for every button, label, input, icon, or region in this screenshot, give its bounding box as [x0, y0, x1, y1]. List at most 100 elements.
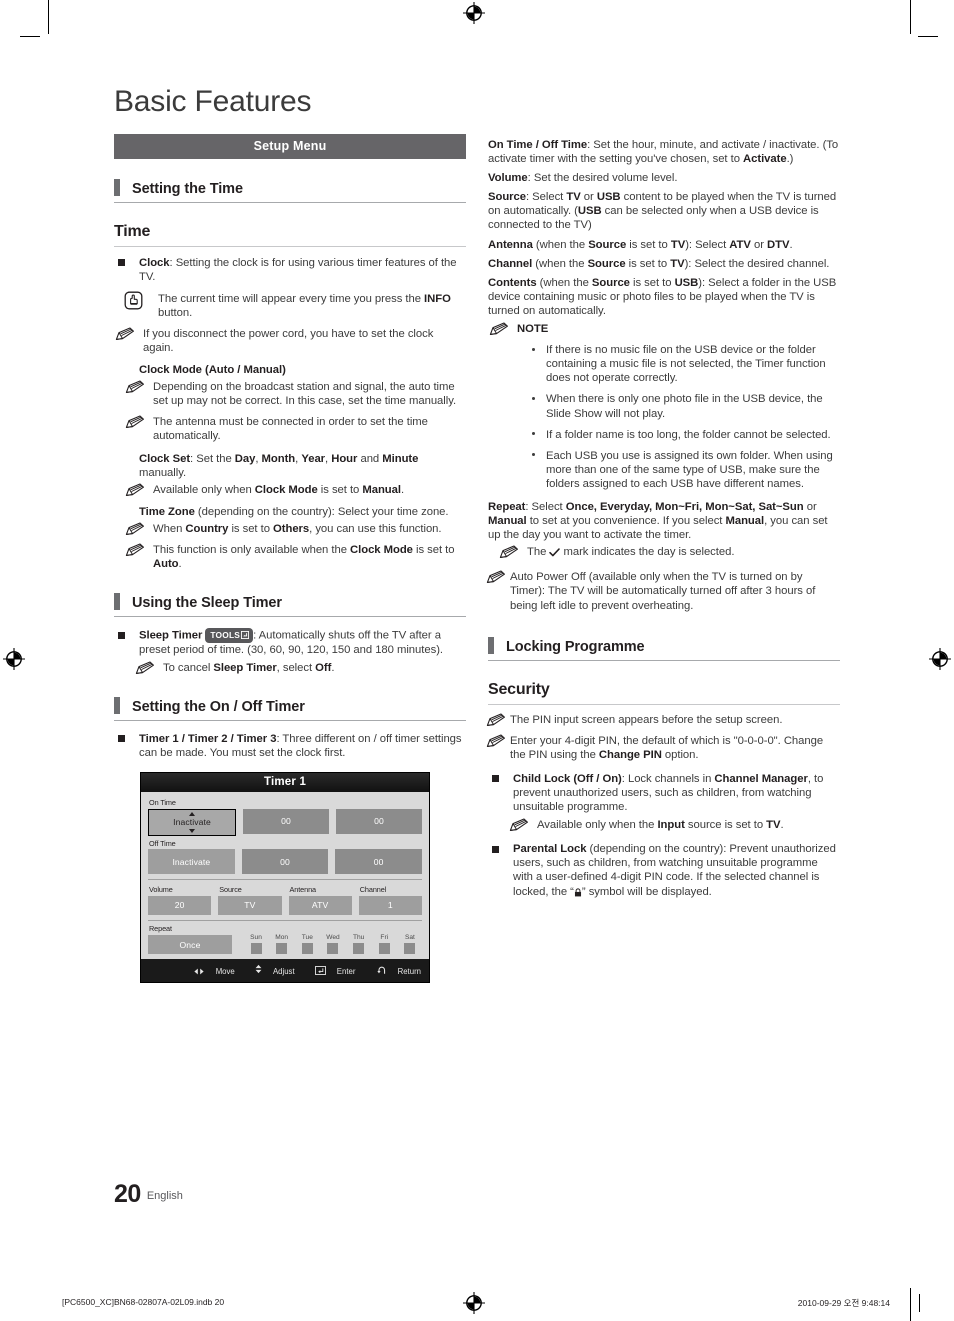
note-heading-label: NOTE: [517, 323, 549, 336]
volume-paragraph: Volume: Set the desired volume level.: [488, 171, 840, 185]
page-number: 20: [114, 1180, 141, 1208]
source-paragraph: Source: Select TV or USB content to be p…: [488, 191, 837, 232]
day-checkbox-icon[interactable]: [378, 943, 390, 955]
volume-text: : Set the desired volume level.: [527, 172, 678, 185]
osd-volume-field[interactable]: 20: [148, 895, 212, 915]
pencil-note-icon: [498, 545, 520, 559]
note-broadcast-text: Depending on the broadcast station and s…: [153, 381, 457, 408]
osd-off-time-hour-field[interactable]: 00: [241, 849, 329, 875]
osd-day-label: Fri: [380, 934, 389, 942]
volume-label: Volume: [488, 172, 528, 185]
note-bullet-text: If a folder name is too long, the folder…: [546, 428, 831, 441]
osd-volume-value: 20: [174, 900, 185, 911]
osd-day-tue[interactable]: Tue: [297, 934, 317, 955]
osd-day-wed[interactable]: Wed: [323, 934, 343, 955]
osd-day-thu[interactable]: Thu: [349, 934, 369, 955]
osd-source-field[interactable]: TV: [218, 895, 282, 915]
osd-on-time-row: Inactivate 00 00: [148, 808, 422, 836]
osd-on-time-state-field[interactable]: Inactivate: [148, 808, 236, 836]
tools-badge-label: TOOLS: [210, 629, 241, 640]
osd-channel-label: Channel: [359, 885, 387, 895]
day-checkbox-icon[interactable]: [353, 943, 365, 955]
pencil-note-icon: [508, 818, 530, 832]
osd-day-label: Wed: [326, 934, 340, 942]
osd-day-sun[interactable]: Sun: [246, 934, 266, 955]
osd-channel-value: 1: [387, 900, 393, 911]
time-zone-paragraph: Time Zone (depending on the country): Se…: [139, 505, 449, 518]
note-bullet: When there is only one photo file in the…: [528, 392, 840, 420]
clock-set-label: Clock Set: [139, 452, 191, 465]
square-bullet-icon: [118, 259, 125, 266]
osd-off-time-label: Off Time: [149, 838, 176, 848]
square-bullet-icon: [118, 631, 125, 639]
print-footer-file-reference: [PC6500_XC]BN68-02807A-02L09.indb 20: [62, 1297, 225, 1307]
osd-on-time-state-value: Inactivate: [173, 817, 211, 828]
note-info-button: The current time will appear every time …: [124, 291, 466, 320]
osd-volume-label: Volume: [149, 885, 173, 895]
note-country-others-text: When Country is set to Others, you can u…: [153, 522, 442, 535]
osd-hint-enter: Enter: [306, 966, 356, 977]
note-checkmark-row: The mark indicates the day is selected.: [498, 545, 840, 561]
parental-lock-label: Parental Lock: [513, 843, 587, 856]
note-bullet: Each USB you use is assigned its own fol…: [528, 449, 840, 491]
channel-label: Channel: [488, 257, 533, 270]
pencil-note-icon: [485, 734, 507, 748]
registration-mark-right: [929, 648, 951, 670]
section-heading-sleep-timer: Using the Sleep Timer: [114, 593, 466, 618]
note-heading-row: NOTE: [488, 322, 840, 336]
note-pin-screen-text: The PIN input screen appears before the …: [510, 713, 783, 726]
day-checkbox-icon[interactable]: [327, 943, 339, 955]
crop-mark-right-top: [918, 36, 938, 37]
day-checkbox-icon[interactable]: [250, 943, 262, 955]
osd-hint-enter-label: Enter: [336, 967, 356, 977]
osd-channel-field[interactable]: 1: [358, 895, 422, 915]
registration-mark-bottom: [463, 1292, 485, 1314]
osd-off-time-state-value: Inactivate: [172, 856, 211, 867]
timer-label: Timer 1 / Timer 2 / Timer 3: [139, 732, 277, 745]
osd-day-label: Thu: [352, 934, 365, 942]
remote-button-icon: [124, 291, 143, 310]
section-heading-setting-the-time: Setting the Time: [114, 178, 466, 203]
clock-label: Clock: [139, 256, 170, 269]
osd-on-time-hour-value: 00: [281, 816, 291, 827]
crop-mark-top-left: [48, 0, 49, 34]
note-input-tv-text: Available only when the Input source is …: [537, 819, 784, 832]
up-down-arrow-icon: [255, 963, 262, 977]
channel-paragraph: Channel (when the Source is set to TV): …: [488, 257, 830, 270]
subsection-heading-security: Security: [488, 681, 840, 705]
osd-day-mon[interactable]: Mon: [272, 934, 292, 955]
square-bullet-icon: [492, 845, 499, 853]
section-tab-marker: [114, 696, 120, 714]
osd-on-time-label: On Time: [149, 798, 176, 808]
square-bullet-icon: [492, 775, 499, 783]
osd-off-time-state-field[interactable]: Inactivate: [148, 849, 235, 875]
note-bullet-text: When there is only one photo file in the…: [546, 393, 823, 420]
osd-off-time-hour-value: 00: [280, 856, 290, 867]
osd-repeat-field[interactable]: Once: [148, 935, 232, 955]
page-title: Basic Features: [114, 85, 312, 118]
osd-hint-adjust-label: Adjust: [272, 967, 295, 977]
dot-bullet-icon: [532, 396, 535, 400]
osd-hint-move: Move: [184, 967, 235, 976]
osd-day-fri[interactable]: Fri: [374, 934, 394, 955]
pencil-note-icon: [124, 522, 146, 536]
osd-on-time-minute-field[interactable]: 00: [336, 808, 422, 834]
right-column: On Time / Off Time: Set the hour, minute…: [485, 138, 840, 901]
note-clock-mode-auto-text: This function is only available when the…: [153, 544, 455, 571]
dot-bullet-icon: [532, 347, 535, 351]
spinner-up-icon[interactable]: [189, 811, 195, 816]
day-checkbox-icon[interactable]: [301, 943, 313, 955]
osd-antenna-field[interactable]: ATV: [288, 895, 352, 915]
osd-off-time-minute-field[interactable]: 00: [335, 849, 423, 875]
note-pin-screen: The PIN input screen appears before the …: [486, 713, 840, 727]
day-checkbox-icon[interactable]: [404, 943, 416, 955]
osd-day-sat[interactable]: Sat: [400, 934, 420, 955]
osd-on-time-hour-field[interactable]: 00: [243, 808, 329, 834]
day-checkbox-icon[interactable]: [276, 943, 288, 955]
on-off-time-paragraph: On Time / Off Time: Set the hour, minute…: [488, 139, 839, 166]
footer-tick-mark: [919, 1294, 920, 1312]
note-pin-default-text: Enter your 4-digit PIN, the default of w…: [510, 734, 824, 761]
note-power-cord-text: If you disconnect the power cord, you ha…: [143, 327, 434, 354]
spinner-down-icon[interactable]: [189, 828, 195, 833]
contents-label: Contents: [488, 276, 537, 289]
